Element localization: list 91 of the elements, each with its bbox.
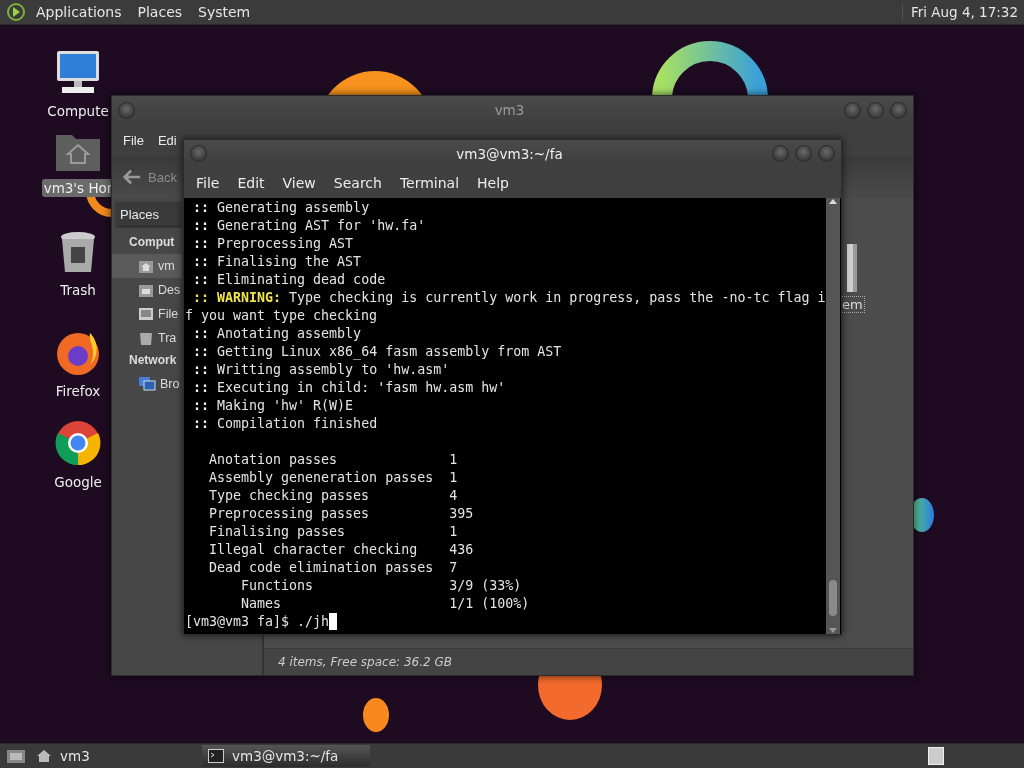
wallpaper-drop-drawing (912, 498, 934, 532)
maximize-button[interactable] (795, 145, 812, 162)
panel-menu[interactable]: Applications (30, 4, 128, 20)
terminal-icon (208, 749, 224, 763)
menu-item[interactable]: Terminal (391, 174, 468, 191)
folder-icon (138, 282, 154, 298)
text-cursor (329, 613, 338, 630)
logo-icon[interactable] (6, 2, 26, 22)
stat-label: Dead code elimination passes (209, 559, 435, 577)
menu-item[interactable]: File (188, 174, 228, 191)
shell-prompt: [vm3@vm3 fa]$ ./jh (185, 613, 330, 631)
stat-label: Names (241, 595, 283, 613)
stat-value: 395 (449, 505, 474, 523)
stat-label: Preprocessing passes (209, 505, 371, 523)
stat-value: 3/9 (33%) (449, 577, 522, 595)
scrollbar-thumb[interactable] (829, 580, 837, 616)
taskbar-button[interactable]: vm3@vm3:~/fa (202, 745, 370, 767)
wallpaper-drop-drawing (363, 698, 389, 732)
minimize-button[interactable] (844, 101, 861, 119)
drive-icon (138, 306, 154, 322)
stat-label: Type checking passes (209, 487, 371, 505)
stat-value: 1 (449, 469, 458, 487)
terminal-line: :: Making 'hw' R(W)E (193, 397, 354, 415)
terminal-line: :: Getting Linux x86_64 fasm assembly from AST (193, 343, 562, 361)
sidebar-item[interactable]: vm (112, 254, 182, 278)
status-text: 4 items, Free space: 36.2 GB (264, 648, 913, 675)
ring-logo-icon[interactable] (54, 419, 102, 467)
terminal-line: :: Preprocessing AST (193, 235, 354, 253)
stat-label: Finalising passes (209, 523, 347, 541)
desktop-icon-label[interactable]: Compute (45, 102, 111, 120)
menu-item[interactable]: Edi (157, 132, 177, 148)
stat-value: 1 (449, 523, 458, 541)
menu-item[interactable]: View (274, 174, 324, 191)
clock[interactable]: Fri Aug 4, 17:32 (901, 4, 1018, 20)
minimize-button[interactable] (772, 145, 789, 162)
menu-item[interactable]: File (123, 132, 144, 148)
terminal-line: :: Eliminating dead code (193, 271, 386, 289)
desktop-icon-label[interactable]: Google (52, 473, 104, 491)
terminal-line: :: Writting assembly to 'hw.asm' (193, 361, 450, 379)
home-icon (36, 749, 52, 763)
terminal-line: :: Generating AST for 'hw.fa' (193, 217, 426, 235)
terminal-line: :: Generating assembly (193, 199, 370, 217)
panel-menu[interactable]: System (192, 4, 257, 20)
stat-value: 7 (449, 559, 458, 577)
places-dropdown[interactable]: Places (116, 202, 182, 226)
wallpaper-blob-drawing (538, 675, 602, 721)
sidebar-heading: Comput (128, 234, 176, 251)
stat-value: 4 (449, 487, 458, 505)
stat-value: 1 (449, 451, 458, 469)
stat-label: Illegal character checking (209, 541, 419, 559)
home-icon (138, 258, 154, 274)
window-title: vm3@vm3:~/fa (455, 145, 564, 162)
menu-item[interactable]: Search (325, 174, 390, 191)
menu-item[interactable]: Edit (229, 174, 273, 191)
scrollbar[interactable] (826, 198, 840, 634)
close-button[interactable] (818, 145, 835, 162)
close-button[interactable] (890, 101, 907, 119)
stat-label: Functions (241, 577, 315, 595)
menu-item[interactable]: Help (469, 174, 517, 191)
stat-label: Anotation passes (209, 451, 339, 469)
window-menu-button[interactable] (190, 145, 207, 162)
maximize-button[interactable] (867, 101, 884, 119)
terminal-line: :: Compilation finished (193, 415, 378, 433)
taskbar-button[interactable]: vm3 (30, 745, 198, 767)
window-title: vm3 (493, 102, 526, 118)
sidebar-item[interactable]: File (112, 302, 182, 326)
stat-label: Assembly geneneration passes (209, 469, 435, 487)
terminal-line: :: Executing in child: 'fasm hw.asm hw' (193, 379, 506, 397)
file-icon[interactable] (847, 244, 858, 292)
terminal-line: :: Anotating assembly (193, 325, 362, 343)
terminal-line: :: Finalising the AST (193, 253, 362, 271)
show-desktop-icon[interactable] (6, 748, 26, 764)
sidebar-item[interactable]: Des (112, 278, 182, 302)
panel-menu[interactable]: Places (131, 4, 189, 20)
sidebar-item[interactable]: Bro (112, 372, 182, 396)
window-menu-button[interactable] (118, 101, 135, 119)
network-icon (138, 376, 156, 392)
stat-value: 1/1 (100%) (449, 595, 530, 613)
scroll-down-icon[interactable] (829, 628, 837, 634)
terminal-line: :: WARNING: Type checking is currently work in progress, pass the -no-tc flag i (193, 289, 826, 307)
terminal-line: f you want type checking (185, 307, 378, 325)
workspace-switcher[interactable] (928, 747, 944, 765)
computer-icon[interactable] (54, 48, 102, 96)
trash-icon[interactable] (58, 231, 98, 275)
desktop-icon-label[interactable]: Firefox (53, 382, 103, 400)
desktop-icon-label[interactable]: Trash (58, 281, 98, 299)
back-arrow-icon (122, 168, 142, 186)
stat-value: 436 (449, 541, 474, 559)
trash-icon (138, 330, 154, 346)
sidebar-item[interactable]: Tra (112, 326, 182, 350)
sidebar-heading: Network (128, 352, 178, 369)
